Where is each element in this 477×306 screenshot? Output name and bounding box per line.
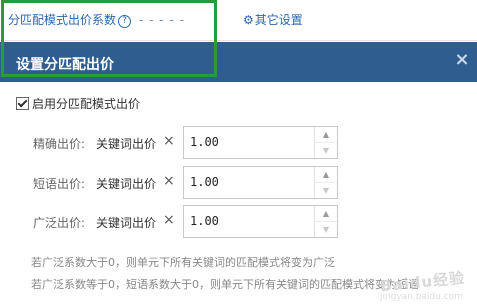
watermark-url: jingyan.baidu.com [379,292,463,302]
stepper-buttons: ▲ ▼ [314,206,337,237]
exact-bid-stepper[interactable]: 1.00 ▲ ▼ [183,126,338,159]
broad-bid-label: 广泛出价: [33,216,86,230]
chevron-up-icon[interactable]: ▲ [315,127,337,143]
modal-header: 设置分匹配出价 × [0,42,477,82]
exact-bid-row: 精确出价: 关键词出价 × 1.00 ▲ ▼ [0,126,477,160]
match-coefficient-label[interactable]: 分匹配模式出价系数 [8,13,116,27]
keyword-bid-text: 关键词出价 [96,137,157,151]
other-settings-link[interactable]: ⚙其它设置 [243,11,303,28]
modal-title: 设置分匹配出价 [16,57,114,73]
top-toolbar: 分匹配模式出价系数? - - - - - ⚙其它设置 [0,0,477,41]
gear-icon: ⚙ [243,13,254,27]
exact-bid-value[interactable]: 1.00 [190,135,219,149]
broad-bid-row: 广泛出价: 关键词出价 × 1.00 ▲ ▼ [0,205,477,239]
exact-bid-label: 精确出价: [33,137,86,151]
broad-bid-value[interactable]: 1.00 [190,214,219,228]
keyword-bid-text: 关键词出价 [96,216,157,230]
help-icon[interactable]: ? [118,15,132,28]
phrase-bid-value[interactable]: 1.00 [190,175,219,189]
enable-label[interactable]: 启用分匹配模式出价 [32,97,140,111]
broad-note: 若广泛系数大于0，则单元下所有关键词的匹配模式将变为广泛 [31,256,335,269]
chevron-down-icon[interactable]: ▼ [315,183,337,198]
enable-option[interactable]: 启用分匹配模式出价 [16,95,140,112]
coefficient-values: - - - - - [139,13,185,27]
close-icon[interactable]: × [453,51,471,69]
chevron-down-icon[interactable]: ▼ [315,143,337,158]
keyword-bid-text: 关键词出价 [96,177,157,191]
chevron-down-icon[interactable]: ▼ [315,222,337,237]
phrase-bid-stepper[interactable]: 1.00 ▲ ▼ [183,166,338,199]
other-settings-label[interactable]: 其它设置 [255,13,303,27]
match-coefficient-link[interactable]: 分匹配模式出价系数? - - - - - [8,11,185,28]
chevron-up-icon[interactable]: ▲ [315,206,337,222]
chevron-up-icon[interactable]: ▲ [315,167,337,183]
enable-checkbox[interactable] [16,97,29,110]
phrase-bid-row: 短语出价: 关键词出价 × 1.00 ▲ ▼ [0,166,477,200]
phrase-bid-label: 短语出价: [33,177,86,191]
stepper-buttons: ▲ ▼ [314,167,337,198]
multiply-icon: × [163,133,175,149]
multiply-icon: × [163,212,175,228]
broad-bid-stepper[interactable]: 1.00 ▲ ▼ [183,205,338,238]
phrase-note: 若广泛系数等于0，短语系数大于0，则单元下所有关键词的匹配模式将变为短语 [31,278,419,291]
multiply-icon: × [163,173,175,189]
stepper-buttons: ▲ ▼ [314,127,337,158]
